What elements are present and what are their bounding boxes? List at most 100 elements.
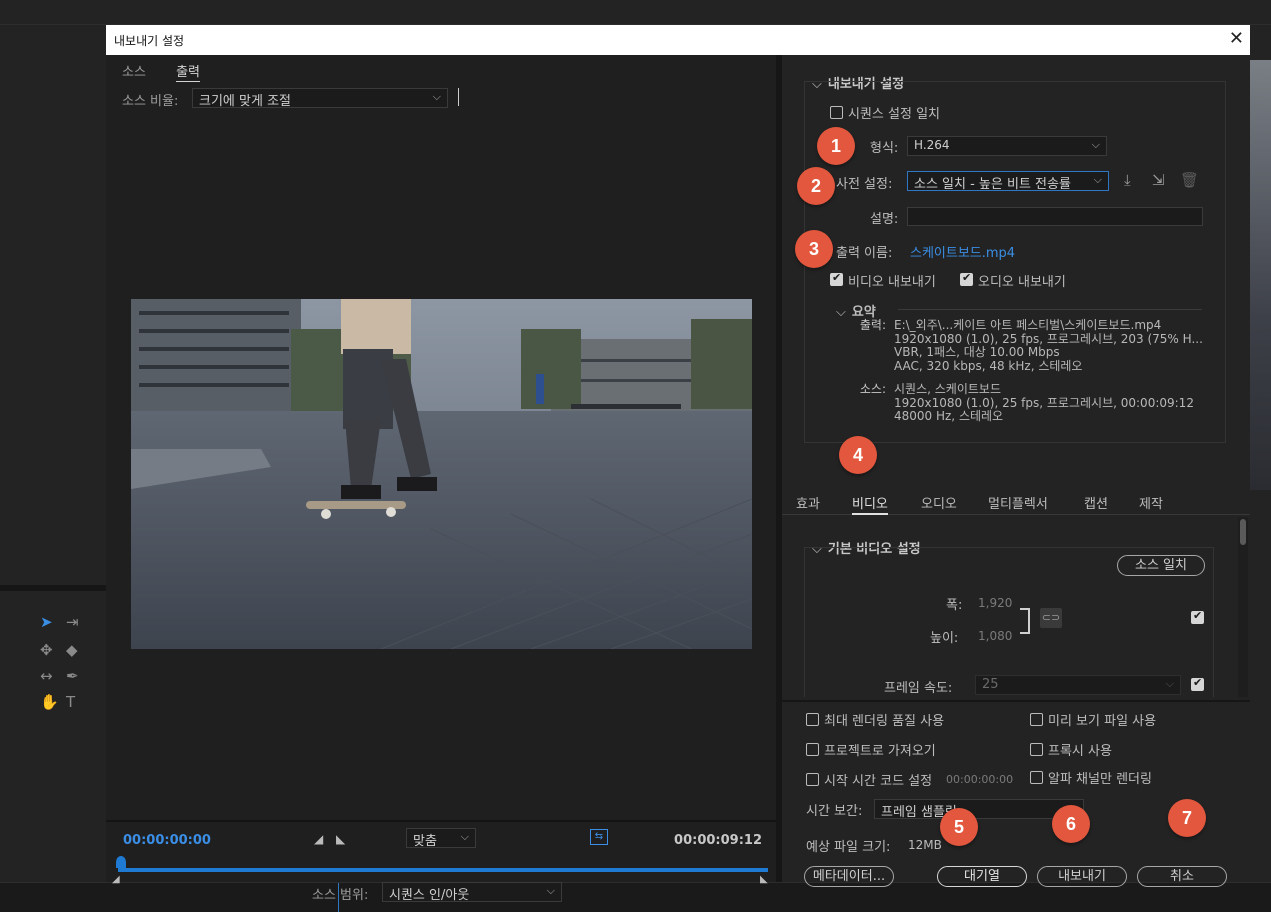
tab-video[interactable]: 비디오 <box>852 493 888 515</box>
app-right-panel <box>1250 25 1271 912</box>
summary-source-key: 소스: <box>859 382 886 396</box>
source-ratio-value: 크기에 맞게 조절 <box>199 94 291 109</box>
close-icon[interactable]: ✕ <box>1229 28 1244 49</box>
chevron-down-icon: ⌵ <box>460 830 469 843</box>
razor-tool-icon[interactable]: ◆ <box>66 641 78 659</box>
playhead-handle[interactable] <box>116 856 126 868</box>
dialog-titlebar: 내보내기 설정 ✕ <box>106 25 1250 55</box>
frame-rate-select[interactable]: 25 ⌵ <box>975 675 1181 695</box>
ripple-tool-icon[interactable]: ✥ <box>40 641 53 659</box>
timecode-start[interactable]: 00:00:00:00 <box>123 833 211 848</box>
pen-tool-icon[interactable]: ✒ <box>66 667 79 685</box>
track-select-tool-icon[interactable]: ⇥ <box>66 613 79 631</box>
max-render-checkbox[interactable] <box>806 713 819 726</box>
match-sequence-checkbox[interactable] <box>830 106 843 119</box>
out-point-handle[interactable]: ◣ <box>760 874 768 885</box>
import-project-checkbox[interactable] <box>806 743 819 756</box>
preset-select[interactable]: 소스 일치 - 높은 비트 전송률 ⌵ <box>907 171 1109 192</box>
export-button[interactable]: 내보내기 <box>1037 866 1127 887</box>
max-render-label: 최대 렌더링 품질 사용 <box>824 714 945 729</box>
delete-preset-icon[interactable]: 🗑 <box>1180 171 1199 189</box>
summary-source-line: 시퀀스, 스케이트보드 <box>894 382 1001 396</box>
export-audio-checkbox[interactable] <box>960 271 973 286</box>
summary-output-line: AAC, 320 kbps, 48 kHz, 스테레오 <box>894 358 1083 373</box>
scrollbar-thumb[interactable] <box>1240 519 1246 545</box>
time-interpolation-label: 시간 보간: <box>806 804 863 819</box>
panel-divider <box>0 585 106 591</box>
video-preview <box>131 299 752 649</box>
aspect-correction-icon[interactable]: ⇆ <box>590 829 608 845</box>
type-tool-icon[interactable]: T <box>66 693 75 711</box>
export-video-checkbox[interactable] <box>830 271 843 286</box>
callout-badge-5: 5 <box>940 808 978 846</box>
summary-output-line: 1920x1080 (1.0), 25 fps, 프로그레시브, 203 (75… <box>894 331 1203 346</box>
callout-badge-6: 6 <box>1052 805 1090 843</box>
use-proxies-label: 프록시 사용 <box>1048 744 1112 759</box>
source-ratio-select[interactable]: 크기에 맞게 조절 ⌵ <box>192 88 448 109</box>
link-icon[interactable]: ⊂⊃ <box>1040 608 1062 628</box>
height-value: 1,080 <box>978 629 1013 643</box>
tab-captions[interactable]: 캡션 <box>1084 493 1108 512</box>
use-proxies-checkbox[interactable] <box>1030 743 1043 756</box>
export-video-label: 비디오 내보내기 <box>848 275 936 290</box>
metadata-button[interactable]: 메타데이터... <box>804 866 894 887</box>
zoom-value: 맞춤 <box>413 834 437 849</box>
queue-button[interactable]: 대기열 <box>937 866 1027 887</box>
use-previews-checkbox[interactable] <box>1030 713 1043 726</box>
comment-label: 설명: <box>870 212 899 227</box>
alpha-only-label: 알파 채널만 렌더링 <box>1048 772 1152 787</box>
timecode-end: 00:00:09:12 <box>674 833 762 848</box>
in-point-handle[interactable]: ◢ <box>112 874 120 885</box>
tab-source[interactable]: 소스 <box>122 65 146 80</box>
import-preset-icon[interactable]: ⇲ <box>1152 171 1165 189</box>
mark-out-icon[interactable]: ◣ <box>336 832 345 846</box>
chevron-down-icon: ⌵ <box>1091 138 1100 151</box>
output-name-label: 출력 이름: <box>836 246 893 261</box>
program-monitor-thumb <box>1250 60 1271 490</box>
match-source-button[interactable]: 소스 일치 <box>1117 555 1205 576</box>
work-area-bar[interactable] <box>118 868 768 872</box>
chevron-down-icon: ⌵ <box>432 90 441 103</box>
match-dimensions-checkbox[interactable] <box>1191 609 1204 624</box>
start-timecode-value[interactable]: 00:00:00:00 <box>946 773 1013 786</box>
tab-multiplexer[interactable]: 멀티플렉서 <box>988 493 1048 512</box>
menu-fragment: ─ <box>300 0 308 7</box>
hand-tool-icon[interactable]: ✋ <box>40 693 59 711</box>
summary-source: 소스: 시퀀스, 스케이트보드 1920x1080 (1.0), 25 fps,… <box>846 382 1226 428</box>
frame-rate-label: 프레임 속도: <box>884 681 953 696</box>
zoom-select[interactable]: 맞춤 ⌵ <box>406 828 476 849</box>
summary-rule <box>898 309 1202 310</box>
callout-badge-1: 1 <box>817 127 855 165</box>
app-left-panel: ➤ ⇥ ✥ ◆ ↔ ✒ ✋ T <box>0 25 106 912</box>
tab-publish[interactable]: 제작 <box>1139 493 1163 512</box>
cancel-button[interactable]: 취소 <box>1137 866 1227 887</box>
comment-input[interactable] <box>907 207 1203 226</box>
match-frame-rate-checkbox[interactable] <box>1191 676 1204 691</box>
tab-output[interactable]: 출력 <box>176 65 200 82</box>
alpha-only-checkbox[interactable] <box>1030 771 1043 784</box>
summary-output-key: 출력: <box>859 318 886 332</box>
output-name-link[interactable]: 스케이트보드.mp4 <box>910 242 1015 261</box>
width-value: 1,920 <box>978 596 1013 610</box>
format-label: 형식: <box>870 141 899 156</box>
timeline-controls: 00:00:00:00 ◢ ◣ 맞춤 ⌵ ⇆ 00:00:09:12 ◢ ◣ 소… <box>106 820 776 912</box>
frame-rate-value: 25 <box>982 677 999 692</box>
tab-effects[interactable]: 효과 <box>796 493 820 512</box>
chevron-down-icon: ⌵ <box>1093 173 1102 186</box>
summary-output-lines: E:\_외주\...케이트 아트 페스티벌\스케이트보드.mp4 1920x10… <box>894 318 1203 373</box>
mark-in-icon[interactable]: ◢ <box>314 832 323 846</box>
text-cursor <box>458 88 459 106</box>
source-ratio-row: 소스 비율: 크기에 맞게 조절 ⌵ <box>122 88 782 110</box>
format-select[interactable]: H.264 ⌵ <box>907 136 1107 156</box>
source-range-select[interactable]: 시퀀스 인/아웃 ⌵ <box>382 882 562 903</box>
chevron-down-icon: ⌵ <box>546 884 555 897</box>
save-preset-icon[interactable]: ⤓ <box>1124 171 1131 189</box>
tab-audio[interactable]: 오디오 <box>921 493 957 512</box>
chevron-down-icon: ⌵ <box>836 305 846 320</box>
settings-scrollbar[interactable] <box>1238 517 1248 697</box>
source-range-value: 시퀀스 인/아웃 <box>389 888 470 903</box>
start-timecode-checkbox[interactable] <box>806 773 819 786</box>
selection-tool-icon[interactable]: ➤ <box>40 613 53 631</box>
slip-tool-icon[interactable]: ↔ <box>40 667 53 685</box>
summary-output: 출력: E:\_외주\...케이트 아트 페스티벌\스케이트보드.mp4 192… <box>846 318 1226 379</box>
